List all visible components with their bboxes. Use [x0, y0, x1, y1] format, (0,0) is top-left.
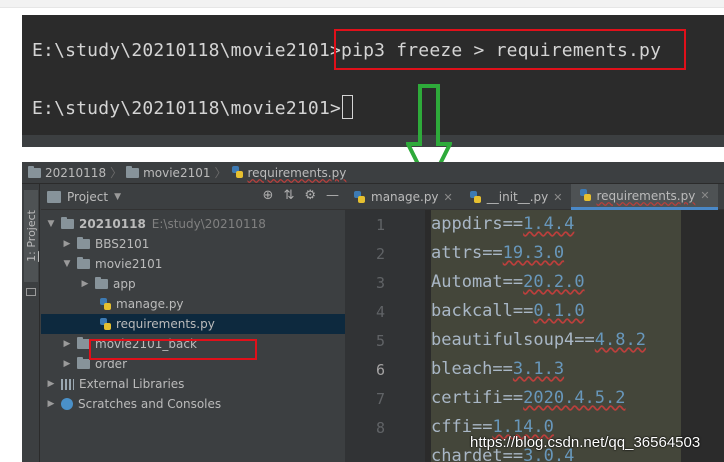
close-icon[interactable]: ✕ — [700, 189, 709, 202]
folder-icon — [61, 217, 74, 229]
chevron-right-icon[interactable]: ▶ — [61, 359, 73, 369]
collapse-all-icon[interactable]: ⇅ — [283, 188, 294, 203]
folder-icon — [77, 237, 90, 249]
folder-icon — [126, 165, 140, 178]
tree-item-bbs2101[interactable]: ▶ BBS2101 — [41, 234, 345, 254]
terminal-panel[interactable]: E:\study\20210118\movie2101>pip3 freeze … — [22, 15, 724, 147]
chevron-right-icon: 〉 — [110, 166, 123, 180]
tree-item-app[interactable]: ▶ app — [41, 274, 345, 294]
terminal-prompt: E:\study\20210118\movie2101> — [32, 40, 342, 61]
chevron-right-icon[interactable]: ▶ — [61, 239, 73, 249]
code-line: appdirs==1.4.4 — [431, 214, 575, 234]
command-highlight-box — [334, 29, 686, 70]
tab-init-py[interactable]: __init__.py ✕ — [461, 184, 571, 210]
line-number: 8 — [375, 419, 385, 437]
line-number: 5 — [375, 332, 385, 350]
code-line: certifi==2020.4.5.2 — [431, 388, 626, 408]
ide-window: 20210118 〉 movie2101 〉 requirements.py 1… — [22, 162, 724, 462]
terminal-cursor — [342, 95, 354, 119]
project-panel-header[interactable]: Project ▼ ⊕ ⇅ ⚙ — — [41, 184, 345, 210]
scratches-icon — [61, 398, 73, 410]
python-file-icon — [99, 317, 112, 331]
chevron-down-icon[interactable]: ▼ — [61, 259, 73, 269]
chevron-right-icon[interactable]: ▶ — [79, 279, 91, 289]
chevron-right-icon[interactable]: ▶ — [61, 339, 73, 349]
python-file-icon — [231, 166, 244, 179]
chevron-right-icon: 〉 — [214, 166, 227, 180]
line-number: 7 — [375, 390, 385, 408]
breadcrumb-item-movie2101[interactable]: movie2101 — [126, 165, 210, 180]
line-number: 4 — [375, 303, 385, 321]
tree-item-20210118[interactable]: ▼ 20210118 E:\study\20210118 — [41, 214, 345, 234]
file-highlight-box — [89, 339, 257, 360]
code-editor[interactable]: manage.py ✕ __init__.py ✕ requirements.p… — [345, 184, 724, 462]
breadcrumb: 20210118 〉 movie2101 〉 requirements.py — [22, 162, 724, 184]
window-top-strip — [0, 0, 724, 8]
tree-item-scratches[interactable]: ▶ Scratches and Consoles — [41, 394, 345, 414]
editor-tabs: manage.py ✕ __init__.py ✕ requirements.p… — [345, 184, 724, 210]
chevron-down-icon[interactable]: ▼ — [45, 219, 57, 229]
chevron-right-icon[interactable]: ▶ — [45, 379, 57, 389]
code-line: bleach==3.1.3 — [431, 359, 565, 379]
watermark-url: https://blog.csdn.net/qq_36564503 — [470, 434, 701, 451]
line-number: 1 — [375, 216, 385, 234]
terminal-bottom-bar — [22, 135, 724, 147]
folder-icon — [95, 277, 108, 289]
minimize-icon[interactable]: — — [326, 188, 339, 203]
breadcrumb-item-requirements[interactable]: requirements.py — [231, 166, 346, 180]
tab-requirements-py[interactable]: requirements.py ✕ — [570, 184, 718, 210]
line-number: 3 — [375, 274, 385, 292]
project-panel: Project ▼ ⊕ ⇅ ⚙ — ▼ 20210118 E:\study\20… — [41, 184, 345, 462]
tree-item-manage-py[interactable]: manage.py — [41, 294, 345, 314]
library-icon — [61, 378, 74, 390]
chevron-down-icon[interactable]: ▼ — [114, 192, 121, 202]
close-icon[interactable]: ✕ — [444, 191, 453, 204]
folder-icon — [28, 165, 41, 178]
code-line: Automat==20.2.0 — [431, 272, 585, 292]
project-icon — [47, 190, 61, 203]
terminal-line-2: E:\study\20210118\movie2101> — [32, 95, 354, 119]
close-icon[interactable]: ✕ — [553, 191, 562, 204]
code-line: attrs==19.3.0 — [431, 243, 565, 263]
line-number-gutter: 1 2 3 4 5 6 7 8 — [345, 210, 425, 462]
code-line: beautifulsoup4==4.8.2 — [431, 330, 646, 350]
tab-project[interactable]: 1: Project — [24, 190, 38, 282]
code-line: backcall==0.1.0 — [431, 301, 585, 321]
python-file-icon — [579, 189, 592, 202]
structure-icon[interactable] — [26, 288, 36, 296]
code-area[interactable]: appdirs==1.4.4 attrs==19.3.0 Automat==20… — [431, 210, 724, 462]
tree-item-external-libraries[interactable]: ▶ External Libraries — [41, 374, 345, 394]
gear-icon[interactable]: ⚙ — [304, 188, 316, 203]
tool-window-strip: 1: Project — [22, 184, 40, 462]
line-number-current: 6 — [375, 361, 385, 379]
python-file-icon — [99, 297, 112, 311]
project-panel-title: Project — [67, 189, 109, 204]
breadcrumb-item-20210118[interactable]: 20210118 — [28, 165, 106, 180]
folder-icon — [77, 257, 90, 269]
terminal-prompt-2: E:\study\20210118\movie2101> — [32, 98, 342, 119]
tree-item-requirements-py[interactable]: requirements.py — [41, 314, 345, 334]
locate-icon[interactable]: ⊕ — [263, 188, 274, 203]
line-number: 2 — [375, 245, 385, 263]
python-file-icon — [353, 190, 366, 204]
tab-manage-py[interactable]: manage.py ✕ — [345, 184, 461, 210]
tree-item-movie2101[interactable]: ▼ movie2101 — [41, 254, 345, 274]
chevron-right-icon[interactable]: ▶ — [45, 399, 57, 409]
folder-icon — [77, 357, 90, 369]
python-file-icon — [469, 190, 482, 204]
